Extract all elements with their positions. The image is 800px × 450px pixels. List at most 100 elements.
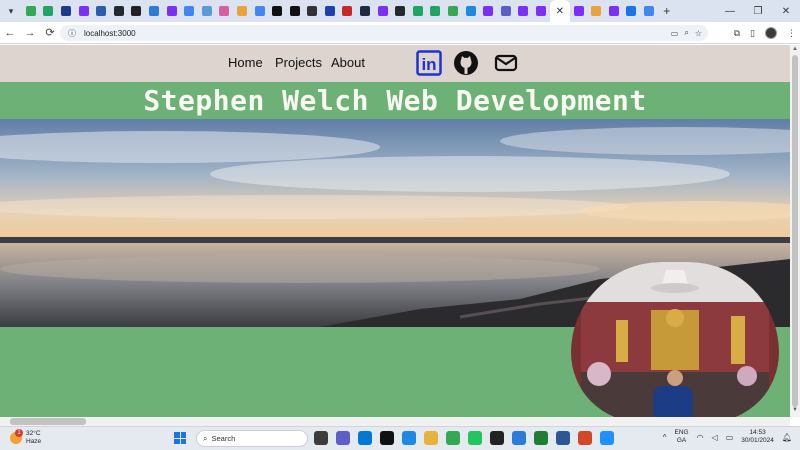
browser-tab[interactable] — [198, 0, 216, 22]
taskbar-app-icon[interactable] — [402, 431, 416, 445]
forward-icon[interactable]: → — [20, 22, 40, 44]
reload-icon[interactable]: ⟳ — [40, 22, 60, 44]
github-icon[interactable] — [453, 50, 479, 76]
nav-home-link[interactable]: Home — [228, 55, 263, 70]
browser-tab[interactable] — [427, 0, 445, 22]
taskbar-app-icon[interactable] — [578, 431, 592, 445]
browser-tab[interactable] — [180, 0, 198, 22]
browser-tab[interactable] — [640, 0, 658, 22]
browser-tab[interactable] — [444, 0, 462, 22]
taskbar-app-icon[interactable] — [512, 431, 526, 445]
browser-menu-icon[interactable]: ⋮ — [787, 28, 796, 39]
notification-bell-icon[interactable]: 🔔︎ — [782, 433, 792, 442]
site-title: Stephen Welch Web Development — [143, 84, 647, 117]
battery-icon[interactable]: ▭ — [726, 433, 734, 442]
browser-tab[interactable] — [110, 0, 128, 22]
nav-about-link[interactable]: About — [331, 55, 365, 70]
site-info-icon[interactable]: ⓘ — [68, 28, 82, 39]
language-indicator[interactable]: ENG GA — [675, 429, 689, 445]
browser-tab[interactable] — [268, 0, 286, 22]
browser-tab[interactable] — [92, 0, 110, 22]
taskbar-app-icon[interactable] — [336, 431, 350, 445]
restore-icon[interactable]: ❐ — [744, 0, 772, 22]
taskbar-app-icon[interactable] — [424, 431, 438, 445]
browser-tab-active[interactable]: ✕ — [549, 0, 570, 22]
taskbar-app-icon[interactable] — [358, 431, 372, 445]
browser-tab[interactable] — [409, 0, 427, 22]
browser-tab[interactable] — [570, 0, 588, 22]
install-app-icon[interactable]: ▭ — [671, 29, 679, 38]
browser-tab[interactable] — [479, 0, 497, 22]
tab-favicon-icon — [608, 6, 619, 16]
browser-tab[interactable] — [75, 0, 93, 22]
browser-tab[interactable] — [286, 0, 304, 22]
new-tab-button[interactable]: + — [658, 4, 676, 18]
browser-tab[interactable] — [587, 0, 605, 22]
browser-tab[interactable] — [532, 0, 550, 22]
profile-avatar[interactable] — [765, 27, 777, 39]
zoom-icon[interactable]: ⌕ — [684, 28, 688, 38]
browser-tab[interactable] — [605, 0, 623, 22]
address-url[interactable]: localhost:3000 — [84, 29, 136, 38]
browser-tab[interactable] — [623, 0, 641, 22]
taskbar-app-icon[interactable] — [468, 431, 482, 445]
taskbar-app-icon[interactable] — [556, 431, 570, 445]
wifi-icon[interactable]: ◠ — [697, 433, 704, 442]
weather-sun-icon: 1 — [10, 429, 23, 444]
vertical-scrollbar[interactable]: ▲ ▼ — [790, 45, 800, 417]
browser-tab[interactable] — [462, 0, 480, 22]
vertical-scroll-thumb[interactable] — [792, 55, 798, 407]
tab-search-icon[interactable]: ▾ — [0, 0, 22, 22]
browser-tab[interactable] — [22, 0, 40, 22]
windows-start-icon[interactable] — [174, 432, 186, 444]
nav-projects-link[interactable]: Projects — [275, 55, 322, 70]
browser-tab[interactable] — [374, 0, 392, 22]
tab-close-icon[interactable]: ✕ — [556, 6, 564, 17]
horizontal-scroll-thumb[interactable] — [10, 418, 86, 425]
tab-favicon-icon — [254, 6, 265, 16]
browser-tab[interactable] — [57, 0, 75, 22]
tray-overflow-icon[interactable]: ^ — [663, 433, 667, 442]
browser-tab[interactable] — [40, 0, 58, 22]
taskbar-search[interactable]: ⌕ Search — [196, 430, 308, 447]
tab-favicon-icon — [643, 6, 654, 16]
tab-favicon-icon — [78, 6, 89, 16]
taskbar-app-icon[interactable] — [534, 431, 548, 445]
scroll-down-icon[interactable]: ▼ — [792, 407, 798, 413]
taskbar-app-icon[interactable] — [314, 431, 328, 445]
scroll-up-icon[interactable]: ▲ — [792, 46, 798, 52]
browser-tab[interactable] — [391, 0, 409, 22]
linkedin-icon[interactable]: in — [416, 50, 442, 76]
browser-tab[interactable] — [356, 0, 374, 22]
taskbar-app-icon[interactable] — [490, 431, 504, 445]
taskbar-app-icon[interactable] — [600, 431, 614, 445]
browser-tab[interactable] — [304, 0, 322, 22]
mail-icon[interactable] — [493, 50, 519, 76]
minimize-icon[interactable]: — — [716, 0, 744, 22]
tab-favicon-icon — [395, 6, 406, 16]
taskbar-app-icon[interactable] — [380, 431, 394, 445]
address-bar[interactable]: ⓘ localhost:3000 ▭ ⌕ ☆ — [60, 25, 708, 41]
close-icon[interactable]: ✕ — [772, 0, 800, 22]
system-tray: ^ ENG GA ◠ ◁ ▭ 14:53 30/01/2024 🔔︎ — [663, 429, 792, 445]
browser-tab[interactable] — [233, 0, 251, 22]
browser-tab[interactable] — [216, 0, 234, 22]
side-panel-icon[interactable]: ▯ — [750, 28, 755, 39]
browser-tab[interactable] — [251, 0, 269, 22]
horizontal-scrollbar[interactable] — [0, 417, 790, 426]
clock[interactable]: 14:53 30/01/2024 — [741, 429, 774, 445]
browser-tab[interactable] — [163, 0, 181, 22]
bookmark-star-icon[interactable]: ☆ — [695, 29, 702, 38]
browser-tab[interactable] — [339, 0, 357, 22]
browser-tab[interactable] — [515, 0, 533, 22]
tab-favicon-icon — [483, 6, 494, 16]
browser-tab[interactable] — [321, 0, 339, 22]
taskbar-app-icon[interactable] — [446, 431, 460, 445]
volume-icon[interactable]: ◁ — [712, 433, 718, 442]
browser-tab[interactable] — [145, 0, 163, 22]
browser-tab[interactable] — [497, 0, 515, 22]
weather-widget[interactable]: 1 32°C Haze — [10, 429, 41, 446]
back-icon[interactable]: ← — [0, 22, 20, 44]
extensions-icon[interactable]: ⧉ — [734, 28, 740, 39]
browser-tab[interactable] — [128, 0, 146, 22]
